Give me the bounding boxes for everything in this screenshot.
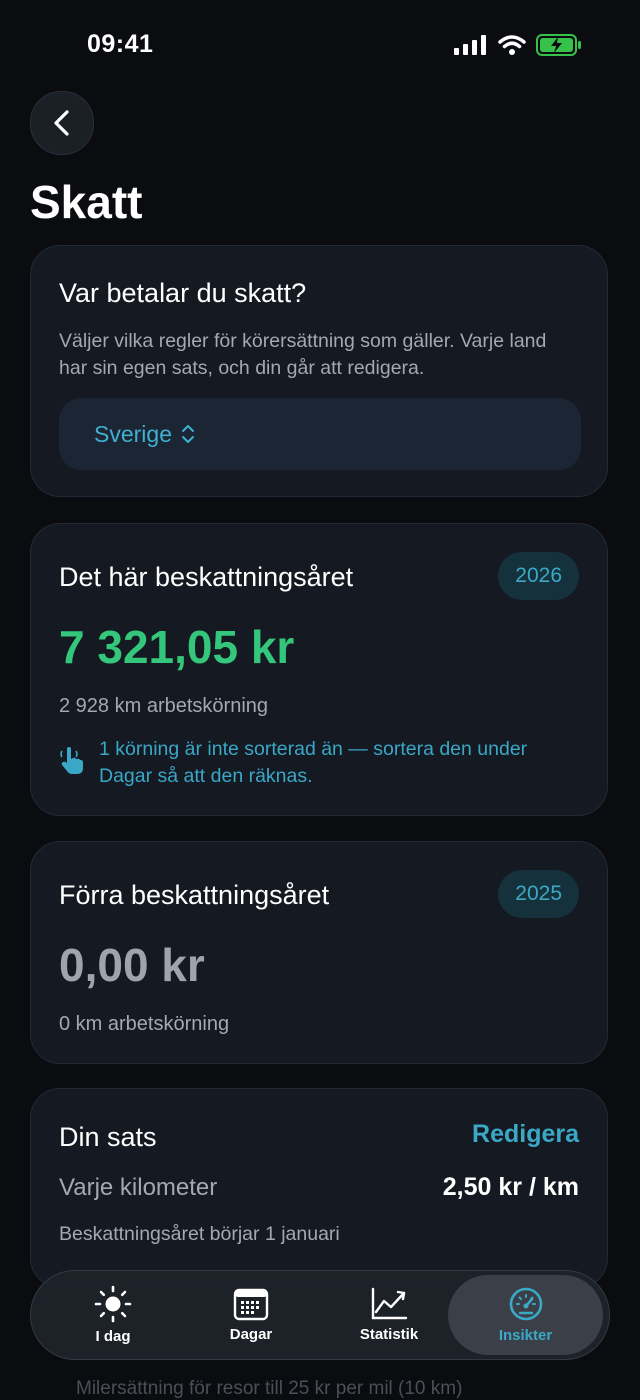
current-year-distance: 2 928 km arbetskörning xyxy=(59,695,269,717)
status-icons xyxy=(454,34,582,56)
country-select[interactable]: Sverige xyxy=(59,398,581,470)
wifi-icon xyxy=(498,35,526,55)
country-select-value: Sverige xyxy=(94,420,172,447)
cellular-signal-icon xyxy=(454,35,486,55)
gauge-icon xyxy=(509,1287,542,1321)
current-year-amount: 7 321,05 kr xyxy=(59,621,295,673)
rate-value: 2,50 kr / km xyxy=(442,1173,579,1201)
country-card-title: Var betalar du skatt? xyxy=(59,278,307,308)
hand-pointer-icon xyxy=(60,747,83,774)
tab-i-dag[interactable]: I dag xyxy=(45,1271,181,1359)
tab-label-dagar: Dagar xyxy=(229,1326,273,1343)
tab-statistik[interactable]: Statistik xyxy=(321,1271,457,1359)
page-title: Skatt xyxy=(30,176,143,228)
tax-year-note: Beskattningsåret börjar 1 januari xyxy=(59,1223,340,1245)
chart-icon xyxy=(371,1287,408,1320)
sun-icon xyxy=(94,1285,132,1323)
tab-label-statistik: Statistik xyxy=(359,1326,419,1343)
previous-year-distance: 0 km arbetskörning xyxy=(59,1013,230,1035)
chevron-up-down-icon xyxy=(181,425,194,443)
status-bar: 09:41 xyxy=(0,0,640,90)
status-time: 09:41 xyxy=(87,30,154,58)
calendar-icon xyxy=(233,1288,269,1321)
chevron-left-icon xyxy=(54,110,69,136)
previous-year-amount: 0,00 kr xyxy=(59,939,205,991)
tab-label-insikter: Insikter xyxy=(498,1327,553,1344)
previous-year-title: Förra beskattningsåret xyxy=(59,880,330,910)
rate-card: Din sats Redigera Varje kilometer 2,50 k… xyxy=(30,1088,608,1288)
previous-year-badge: 2025 xyxy=(498,870,579,918)
unsorted-hint-text: 1 körning är inte sorterad än — sortera … xyxy=(99,738,528,787)
tab-label-i-dag: I dag xyxy=(95,1328,131,1345)
below-content-text: Milersättning för resor till 25 kr per m… xyxy=(76,1378,463,1399)
rate-card-title: Din sats xyxy=(59,1122,157,1152)
country-card: Var betalar du skatt? Väljer vilka regle… xyxy=(30,245,608,497)
tab-dagar[interactable]: Dagar xyxy=(183,1271,319,1359)
rate-label: Varje kilometer xyxy=(59,1173,218,1201)
rate-row: Varje kilometer 2,50 kr / km xyxy=(59,1173,579,1202)
unsorted-hint[interactable]: 1 körning är inte sorterad än — sortera … xyxy=(59,736,579,790)
current-year-badge: 2026 xyxy=(498,552,579,600)
battery-charging-icon xyxy=(536,34,581,56)
country-description: Väljer vilka regler för körersättning so… xyxy=(59,330,547,379)
back-button[interactable] xyxy=(30,91,94,155)
edit-rate-button[interactable]: Redigera xyxy=(472,1120,579,1149)
current-year-card: Det här beskattningsåret 2026 7 321,05 k… xyxy=(30,523,608,816)
previous-year-card: Förra beskattningsåret 2025 0,00 kr 0 km… xyxy=(30,841,608,1064)
current-year-title: Det här beskattningsåret xyxy=(59,562,354,592)
tab-bar: I dag Dagar Statistik Insikter xyxy=(30,1270,610,1360)
tab-insikter[interactable]: Insikter xyxy=(448,1275,603,1355)
